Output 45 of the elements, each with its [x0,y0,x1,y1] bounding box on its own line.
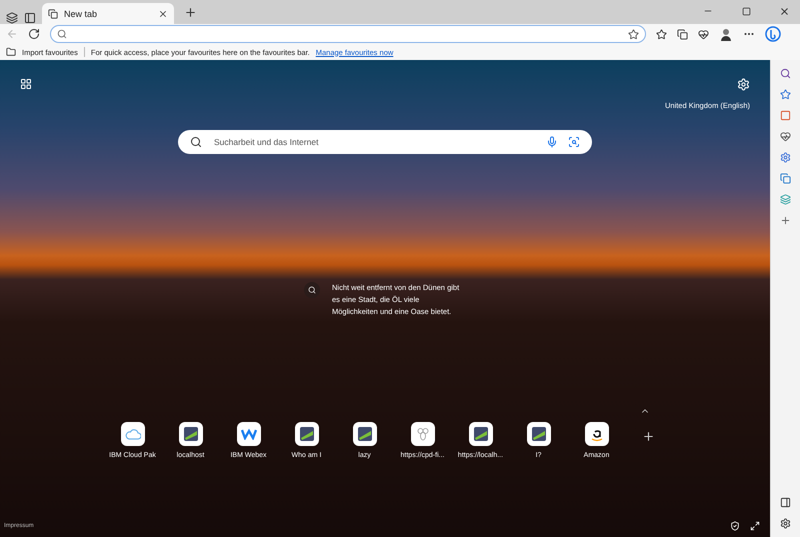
profile-avatar-icon[interactable] [719,27,733,41]
collections-icon[interactable] [677,28,688,40]
visual-search-icon[interactable] [568,136,580,148]
close-icon[interactable] [158,8,168,18]
quick-link-tile[interactable] [468,422,492,446]
folder-icon [6,47,16,57]
maximize-icon[interactable] [742,6,750,16]
search-icon [190,136,202,148]
quick-link-tile[interactable] [178,422,202,446]
star-icon[interactable] [628,28,639,40]
favourites-icon[interactable] [656,28,667,40]
add-shortcut-icon[interactable] [642,430,654,443]
product-logo-icon [530,426,546,442]
product-logo-icon [182,426,198,442]
vertical-tabs-icon[interactable] [24,12,36,24]
product-logo-icon [472,426,488,442]
quick-link-tile[interactable] [410,422,434,446]
search-icon [57,29,67,39]
quick-link-tile[interactable] [236,422,260,446]
search-icon[interactable] [780,68,791,79]
bee-icon [416,427,430,441]
search-icon[interactable] [304,282,320,298]
browser-tab[interactable]: New tab [42,3,174,24]
quick-link-tile[interactable] [584,422,608,446]
add-icon[interactable] [780,215,791,226]
webex-logo-icon [240,428,256,440]
address-field[interactable] [50,25,646,43]
quick-link-tile[interactable] [294,422,318,446]
microphone-icon[interactable] [546,136,558,148]
copilot-icon[interactable] [765,26,781,42]
new-tab-icon[interactable] [184,6,196,18]
product-logo-icon [298,426,314,442]
quick-link-tile[interactable] [120,422,144,446]
sidebar-toggle-icon[interactable] [780,497,791,508]
fullscreen-icon[interactable] [750,521,760,531]
close-icon[interactable] [778,6,790,16]
page-icon [48,8,58,18]
cloud-icon [124,428,140,440]
search-field[interactable]: Sucharbeit und das Internet [178,130,592,154]
apps-grid-icon[interactable] [20,78,32,90]
settings-icon[interactable] [780,518,791,529]
product-logo-icon [356,426,372,442]
quick-link-tile[interactable] [352,422,376,446]
quick-link-tile[interactable] [526,422,550,446]
refresh-icon[interactable] [28,28,40,40]
